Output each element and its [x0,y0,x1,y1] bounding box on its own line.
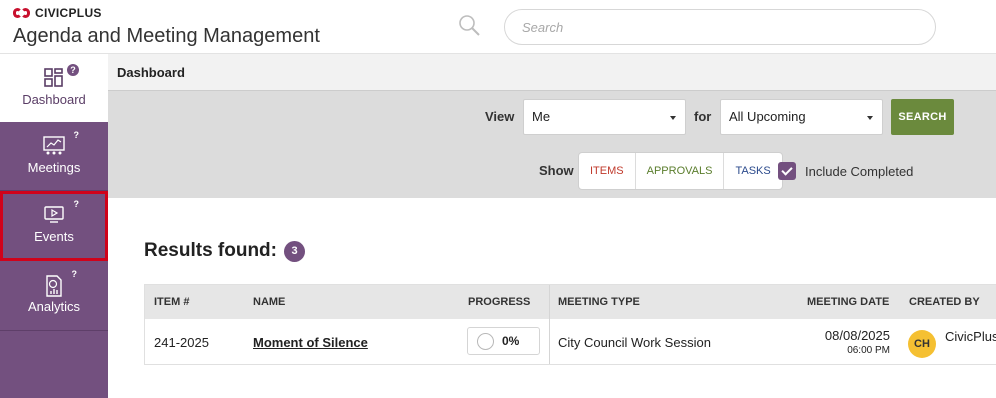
help-icon[interactable]: ? [72,269,78,279]
help-icon[interactable]: ? [74,130,80,140]
item-number-cell: 241-2025 [154,335,209,350]
sidebar-item-events[interactable]: ? Events [0,191,108,261]
civicplus-logo-icon [13,7,31,19]
meeting-time-cell: 06:00 PM [847,345,890,356]
view-select-value: Me [532,109,551,124]
view-select[interactable]: Me [523,99,686,135]
main-content: Dashboard View Me for All Upcoming SEARC… [108,54,996,398]
for-label: for [694,109,712,124]
search-button[interactable]: SEARCH [891,99,954,135]
show-label: Show [539,163,574,178]
sidebar-item-label: Analytics [27,299,81,314]
show-approvals-button[interactable]: APPROVALS [636,153,725,189]
filter-bar: View Me for All Upcoming SEARCH Show ITE… [108,91,996,198]
column-divider [549,285,550,364]
brand-name: CIVICPLUS [35,6,102,20]
column-header-created-by[interactable]: CREATED BY [909,296,980,308]
sidebar-item-dashboard[interactable]: ? Dashboard [0,54,108,122]
meeting-type-cell: City Council Work Session [558,335,711,350]
for-select[interactable]: All Upcoming [720,99,883,135]
show-items-button[interactable]: ITEMS [579,153,636,189]
sidebar: ? Dashboard ? Meetings ? Events ? Analyt… [0,54,108,398]
avatar: CH [908,330,936,358]
created-by-cell: CivicPlus [945,329,996,344]
meeting-date-cell: 08/08/2025 [824,328,890,343]
show-toggle-group: ITEMS APPROVALS TASKS [578,152,783,190]
results-table: ITEM # NAME PROGRESS MEETING TYPE MEETIN… [144,284,996,365]
meetings-icon [43,136,65,155]
results-count-badge: 3 [284,240,305,262]
progress-ring-icon [477,333,494,350]
app-header: CIVICPLUS Agenda and Meeting Management [0,0,996,54]
view-label: View [485,109,515,124]
progress-indicator: 0% [467,327,540,355]
sidebar-item-label: Events [34,229,74,244]
sidebar-item-analytics[interactable]: ? Analytics [0,261,108,331]
column-header-progress[interactable]: PROGRESS [468,296,530,308]
chevron-down-icon [670,116,676,120]
search-icon[interactable] [457,13,481,37]
events-icon [44,206,64,223]
include-completed-label: Include Completed [805,164,914,179]
breadcrumb: Dashboard [108,54,996,91]
search-input[interactable] [504,9,936,45]
help-icon[interactable]: ? [67,64,79,76]
dashboard-icon [44,68,63,87]
column-header-meeting-date[interactable]: MEETING DATE [807,296,889,308]
column-header-meeting-type[interactable]: MEETING TYPE [558,296,640,308]
column-header-item-number[interactable]: ITEM # [154,296,189,308]
analytics-icon [46,275,62,297]
sidebar-item-label: Dashboard [22,92,86,107]
results-heading: Results found: 3 [144,240,305,262]
table-header: ITEM # NAME PROGRESS MEETING TYPE MEETIN… [145,285,996,319]
include-completed-checkbox[interactable] [778,162,796,180]
chevron-down-icon [867,116,873,120]
sidebar-item-label: Meetings [27,160,81,175]
sidebar-item-meetings[interactable]: ? Meetings [0,122,108,191]
column-header-name[interactable]: NAME [253,296,285,308]
page-title: Dashboard [117,65,185,80]
app-title: Agenda and Meeting Management [13,25,320,47]
results-label: Results found: [144,240,277,261]
item-name-link[interactable]: Moment of Silence [253,335,368,350]
show-tasks-button[interactable]: TASKS [724,153,781,189]
for-select-value: All Upcoming [729,109,806,124]
brand-logo[interactable]: CIVICPLUS [13,6,102,20]
progress-value: 0% [502,334,520,348]
help-icon[interactable]: ? [74,199,80,209]
